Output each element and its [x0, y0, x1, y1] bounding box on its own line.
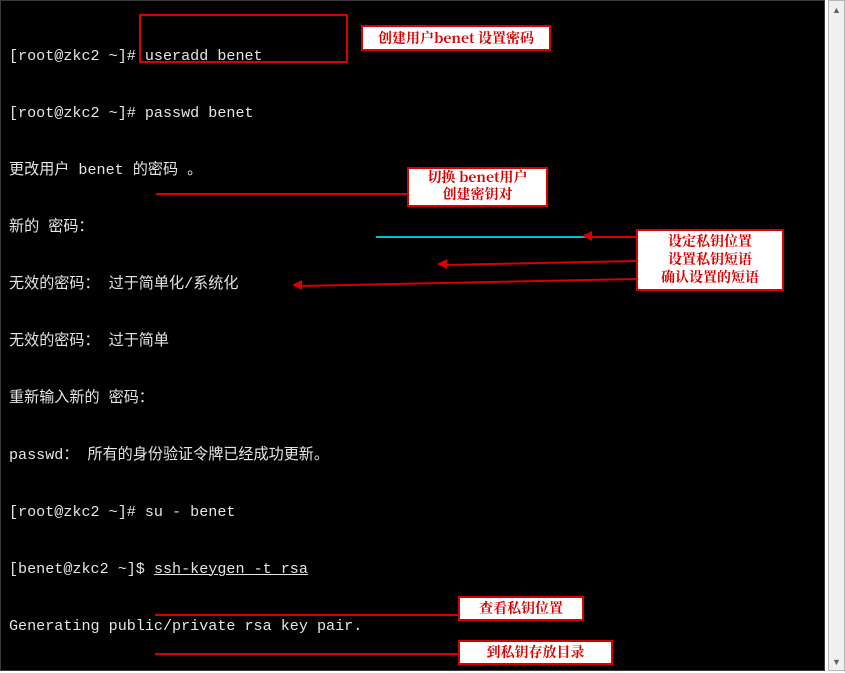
annotation-switch-user: 切换 benet用户 创建密钥对: [407, 167, 548, 207]
arrowhead-icon: [292, 280, 302, 290]
terminal-line: Generating public/private rsa key pair.: [9, 617, 824, 636]
leader-line: [155, 614, 458, 616]
terminal-line: 无效的密码： 过于简单: [9, 332, 824, 351]
highlight-box-useradd: [139, 14, 348, 63]
annotation-create-user: 创建用户benet 设置密码: [361, 25, 551, 51]
terminal-line: passwd： 所有的身份验证令牌已经成功更新。: [9, 446, 824, 465]
scrollbar[interactable]: ▲ ▼: [828, 0, 845, 671]
terminal-window[interactable]: [root@zkc2 ~]# useradd benet [root@zkc2 …: [0, 0, 825, 671]
annotation-private-key: 设定私钥位置 设置私钥短语 确认设置的短语: [636, 229, 784, 291]
arrowhead-icon: [582, 231, 592, 241]
leader-line: [156, 193, 411, 195]
highlight-underline: [376, 236, 601, 238]
annotation-view-key-location: 查看私钥位置: [458, 596, 584, 621]
terminal-line: 重新输入新的 密码：: [9, 389, 824, 408]
arrow-line: [590, 236, 636, 238]
scroll-up-arrow-icon[interactable]: ▲: [829, 1, 844, 18]
terminal-line: [root@zkc2 ~]# passwd benet: [9, 104, 824, 123]
leader-line: [155, 653, 458, 655]
arrowhead-icon: [437, 259, 447, 269]
annotation-cd-key-dir: 到私钥存放目录: [458, 640, 613, 665]
terminal-line: [benet@zkc2 ~]$ ssh-keygen -t rsa: [9, 560, 824, 579]
terminal-line: [root@zkc2 ~]# su - benet: [9, 503, 824, 522]
scroll-down-arrow-icon[interactable]: ▼: [829, 653, 844, 670]
